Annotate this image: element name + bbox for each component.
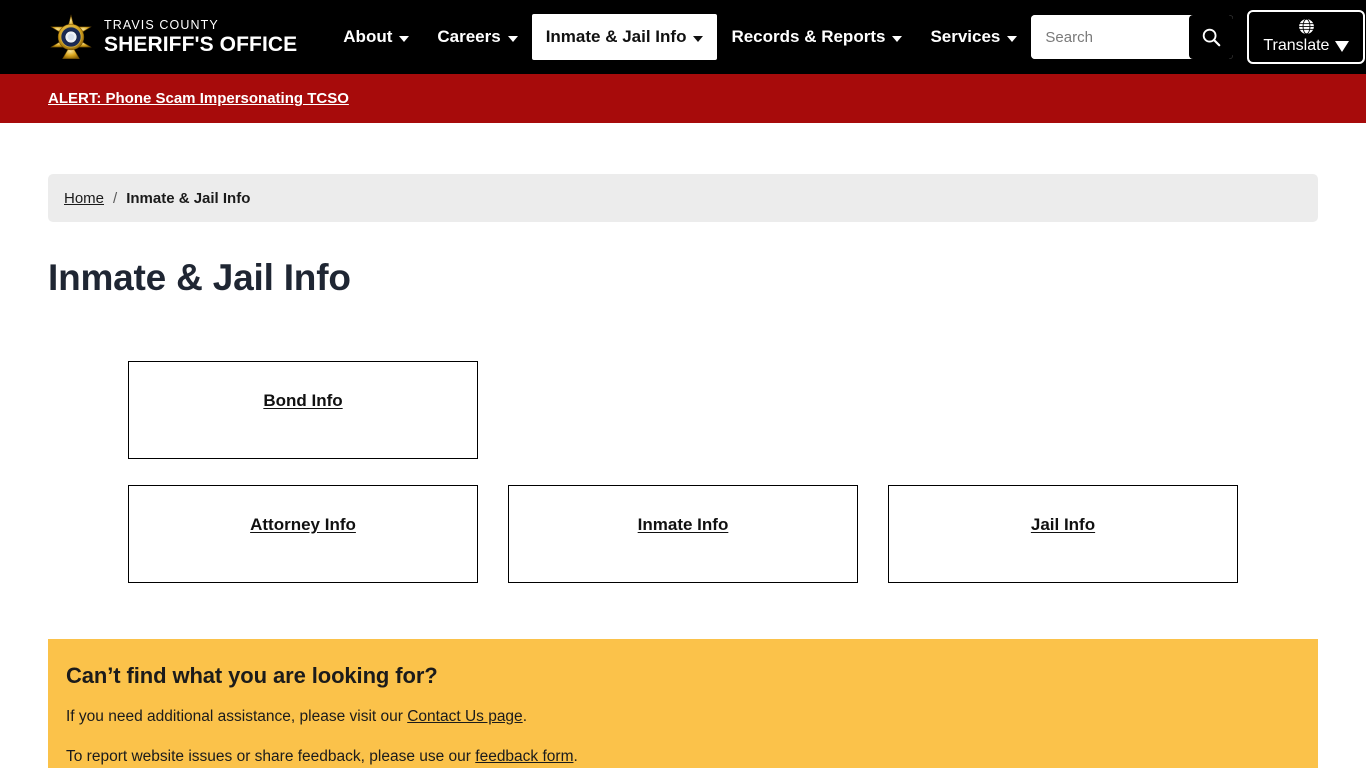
callout-paragraph-assistance: If you need additional assistance, pleas…: [66, 707, 1300, 727]
site-alert-banner: ALERT: Phone Scam Impersonating TCSO: [0, 74, 1366, 123]
card-row: Attorney Info Inmate Info Jail Info: [48, 485, 1318, 583]
nav-label-careers: Careers: [437, 27, 501, 46]
chevron-down-icon: [507, 36, 518, 42]
card-link-inmate-info[interactable]: Inmate Info: [638, 515, 729, 535]
site-header: TRAVIS COUNTY SHERIFF'S OFFICE About Car…: [0, 0, 1366, 74]
link-card-grid: Bond Info Attorney Info Inmate Info Jail…: [48, 361, 1318, 583]
callout-paragraph-feedback: To report website issues or share feedba…: [66, 747, 1300, 767]
page-content: Home / Inmate & Jail Info Inmate & Jail …: [0, 174, 1366, 768]
chevron-down-icon: [892, 36, 903, 42]
translate-label: Translate: [1263, 37, 1330, 54]
site-logo-link[interactable]: TRAVIS COUNTY SHERIFF'S OFFICE: [48, 14, 297, 60]
card-link-bond-info[interactable]: Bond Info: [263, 391, 342, 411]
nav-label-about: About: [343, 27, 393, 46]
search-submit-button[interactable]: [1189, 15, 1234, 59]
nav-item-services[interactable]: Services: [916, 14, 1031, 60]
feedback-form-link[interactable]: feedback form: [475, 748, 573, 765]
nav-item-inmate-jail-info[interactable]: Inmate & Jail Info: [531, 14, 718, 60]
chevron-down-icon: [1335, 40, 1350, 52]
nav-label-services: Services: [930, 27, 1001, 46]
alert-link[interactable]: ALERT: Phone Scam Impersonating TCSO: [48, 90, 349, 107]
nav-item-careers[interactable]: Careers: [423, 14, 531, 60]
nav-label-records-reports: Records & Reports: [731, 27, 886, 46]
breadcrumb-item-current: Inmate & Jail Info: [126, 189, 251, 207]
contact-us-link[interactable]: Contact Us page: [407, 708, 522, 725]
search-icon: [1203, 28, 1221, 47]
callout-text-after: .: [522, 708, 527, 725]
callout-text-before: If you need additional assistance, pleas…: [66, 708, 408, 725]
chevron-down-icon: [693, 36, 704, 42]
globe-icon: [1299, 18, 1314, 35]
nav-item-records-reports[interactable]: Records & Reports: [717, 14, 916, 60]
callout-text-before: To report website issues or share feedba…: [66, 748, 476, 766]
card-bond-info[interactable]: Bond Info: [128, 361, 478, 459]
card-row: Bond Info: [48, 361, 1318, 459]
card-link-jail-info[interactable]: Jail Info: [1031, 515, 1095, 535]
site-search: [1031, 15, 1234, 59]
sheriff-star-badge-icon: [48, 14, 94, 60]
chevron-down-icon: [399, 36, 410, 42]
card-jail-info[interactable]: Jail Info: [888, 485, 1238, 583]
nav-item-about[interactable]: About: [329, 14, 423, 60]
help-callout: Can’t find what you are looking for? If …: [48, 639, 1318, 768]
card-attorney-info[interactable]: Attorney Info: [128, 485, 478, 583]
brand-office-label: SHERIFF'S OFFICE: [104, 33, 298, 57]
brand-county-label: TRAVIS COUNTY: [104, 17, 219, 32]
callout-heading: Can’t find what you are looking for?: [66, 663, 438, 688]
translate-button[interactable]: Translate: [1247, 10, 1366, 64]
card-link-attorney-info[interactable]: Attorney Info: [250, 515, 356, 535]
breadcrumb-separator: /: [113, 189, 118, 207]
card-inmate-info[interactable]: Inmate Info: [508, 485, 858, 583]
main-navigation: About Careers Inmate & Jail Info Records…: [329, 14, 1031, 60]
breadcrumb: Home / Inmate & Jail Info: [48, 174, 1318, 222]
nav-label-inmate-jail-info: Inmate & Jail Info: [545, 27, 687, 46]
search-input[interactable]: [1031, 15, 1190, 59]
header-utilities: Translate: [1031, 10, 1366, 64]
breadcrumb-item-home[interactable]: Home: [64, 190, 104, 207]
page-title: Inmate & Jail Info: [48, 257, 351, 298]
chevron-down-icon: [1007, 36, 1018, 42]
callout-text-after: .: [573, 748, 578, 766]
